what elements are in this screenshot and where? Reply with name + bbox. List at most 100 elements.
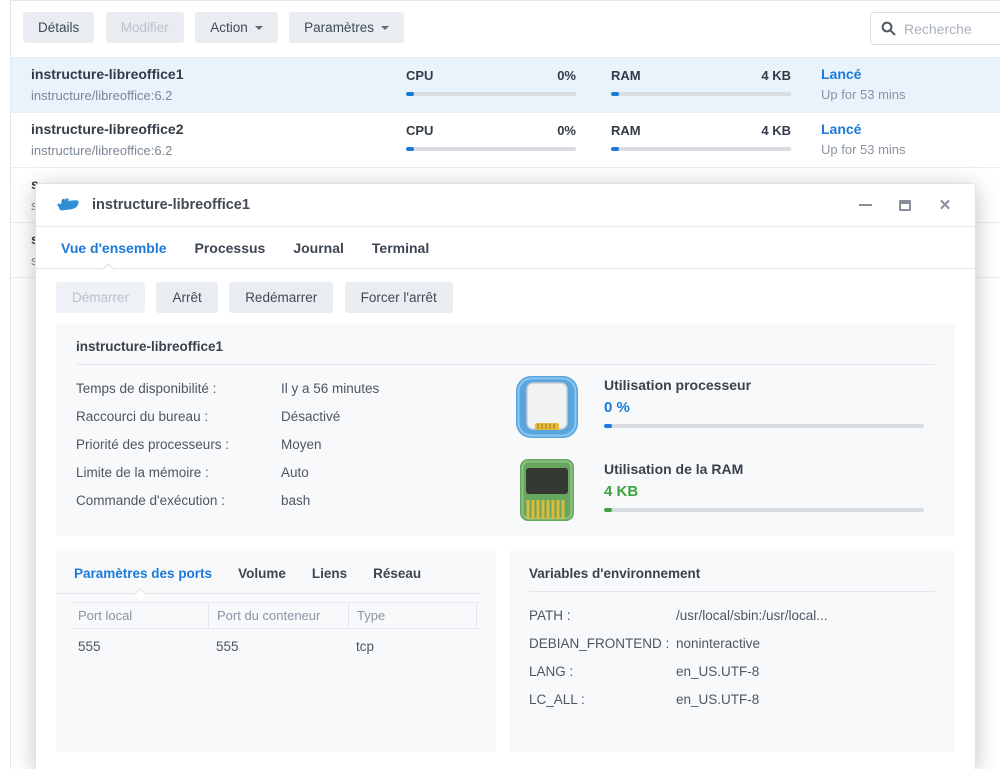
ports-table-row[interactable]: 555 555 tcp [70,629,482,660]
maximize-button[interactable] [897,197,913,213]
cpu-usage-title: Utilisation processeur [604,377,934,393]
cpu-value: 0% [557,123,576,138]
dialog-tabs: Vue d'ensemble Processus Journal Termina… [36,227,975,269]
modify-button[interactable]: Modifier [106,12,184,43]
cpu-usage-gauge: Utilisation processeur 0 % [514,374,934,428]
status-badge: Lancé [821,66,906,82]
status-badge: Lancé [821,121,906,137]
dialog-header: instructure-libreoffice1 ✕ [36,184,975,227]
toolbar: Détails Modifier Action Paramètres [11,1,1000,57]
detail-value: Moyen [281,437,322,452]
detail-label: Temps de disponibilité : [76,381,281,396]
detail-label: Raccourci du bureau : [76,409,281,424]
active-tab-notch [134,588,147,601]
environment-panel-title: Variables d'environnement [529,566,935,581]
window-controls: ✕ [857,184,953,226]
detail-label: Commande d'exécution : [76,493,281,508]
status-group: Lancé Up for 53 mins [821,121,906,157]
env-var-value: en_US.UTF-8 [676,692,759,707]
local-port-cell: 555 [70,629,208,660]
action-dropdown-button[interactable]: Action [195,12,278,43]
tab-volume[interactable]: Volume [238,566,286,581]
chevron-down-icon [381,26,389,30]
action-dropdown-label: Action [210,20,248,35]
close-icon: ✕ [939,198,952,213]
detail-value: Auto [281,465,309,480]
detail-value: bash [281,493,310,508]
env-var-value: /usr/local/sbin:/usr/local... [676,608,828,623]
tab-terminal[interactable]: Terminal [372,240,429,256]
tab-log[interactable]: Journal [293,240,344,256]
maximize-icon [899,200,911,211]
tab-overview[interactable]: Vue d'ensemble [61,240,167,256]
ram-usage-bar [604,508,924,512]
container-name: instructure-libreoffice1 [31,66,183,82]
ports-table: Port local Port du conteneur Type 555 55… [70,602,482,660]
details-button[interactable]: Détails [23,12,94,43]
tab-links[interactable]: Liens [312,566,347,581]
ram-value: 4 KB [761,68,791,83]
docker-whale-icon [56,196,80,215]
minimize-button[interactable] [857,197,873,213]
detail-value: Désactivé [281,409,340,424]
env-var-name: PATH : [529,608,676,623]
ram-usage-value: 4 KB [604,483,934,500]
ram-value: 4 KB [761,123,791,138]
divider [76,364,935,365]
cpu-progress-bar [406,147,576,151]
tab-port-settings[interactable]: Paramètres des ports [74,566,212,581]
ram-progress-bar [611,147,791,151]
overview-panel-title: instructure-libreoffice1 [76,339,935,354]
column-header-local-port: Port local [70,603,208,628]
environment-panel: Variables d'environnement PATH :/usr/loc… [509,551,955,752]
cpu-usage-value: 0 % [604,399,934,416]
uptime-label: Up for 53 mins [821,87,906,102]
search-box[interactable] [870,12,1000,45]
cpu-value: 0% [557,68,576,83]
ram-usage-title: Utilisation de la RAM [604,461,934,477]
start-button[interactable]: Démarrer [56,282,145,313]
detail-label: Priorité des processeurs : [76,437,281,452]
container-port-cell: 555 [208,629,348,660]
env-var-name: LC_ALL : [529,692,676,707]
ram-icon [514,458,580,524]
close-button[interactable]: ✕ [937,197,953,213]
ports-panel-tabs: Paramètres des ports Volume Liens Réseau [56,551,482,594]
divider [529,591,935,592]
env-var-name: DEBIAN_FRONTEND : [529,636,676,651]
cpu-icon [514,374,580,440]
type-cell: tcp [348,629,476,660]
container-image: instructure/libreoffice:6.2 [31,88,172,103]
container-details-dialog: instructure-libreoffice1 ✕ Vue d'ensembl… [35,183,976,769]
spacer-cell [476,629,492,660]
restart-button[interactable]: Redémarrer [229,282,333,313]
ram-label: RAM [611,68,641,83]
force-stop-button[interactable]: Forcer l'arrêt [345,282,453,313]
container-row-libreoffice2[interactable]: instructure-libreoffice2 instructure/lib… [11,113,1000,168]
container-row-libreoffice1[interactable]: instructure-libreoffice1 instructure/lib… [11,58,1000,113]
tab-network[interactable]: Réseau [373,566,421,581]
overview-panel: instructure-libreoffice1 Temps de dispon… [56,324,955,536]
cpu-label: CPU [406,68,433,83]
cpu-stat: CPU0% [406,123,576,151]
settings-dropdown-button[interactable]: Paramètres [289,12,404,43]
detail-label: Limite de la mémoire : [76,465,281,480]
ports-table-header: Port local Port du conteneur Type [70,602,482,629]
column-header-type: Type [348,603,476,628]
tab-process[interactable]: Processus [195,240,266,256]
container-image: instructure/libreoffice:6.2 [31,143,172,158]
dialog-title: instructure-libreoffice1 [92,197,250,213]
settings-dropdown-label: Paramètres [304,20,374,35]
env-var-name: LANG : [529,664,676,679]
column-header-spacer [476,603,493,628]
column-header-container-port: Port du conteneur [208,603,348,628]
ram-stat: RAM4 KB [611,123,791,151]
stop-button[interactable]: Arrêt [156,282,217,313]
env-var-value: en_US.UTF-8 [676,664,759,679]
minimize-icon [859,204,872,206]
search-input[interactable] [904,21,994,37]
chevron-down-icon [255,26,263,30]
ram-progress-bar [611,92,791,96]
env-var-value: noninteractive [676,636,760,651]
ram-stat: RAM 4 KB [611,68,791,96]
